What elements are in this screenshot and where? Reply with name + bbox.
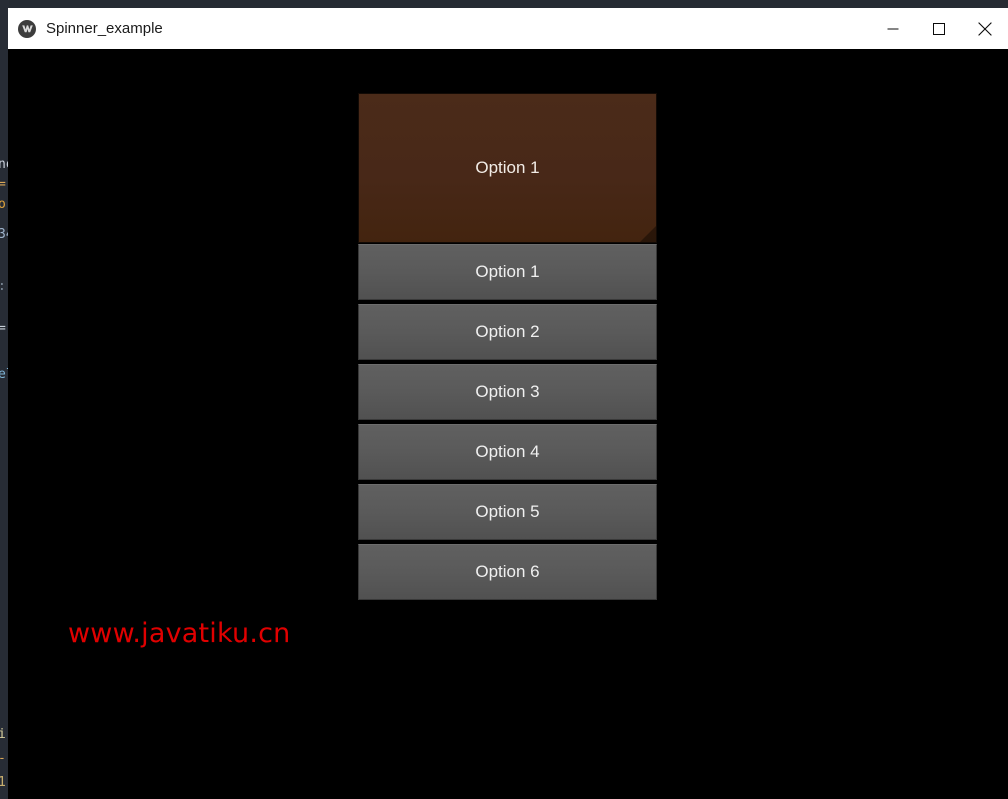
window-title-text: Spinner_example (46, 20, 163, 37)
dropdown-option-4[interactable]: Option 4 (358, 424, 657, 480)
dropdown-option-2[interactable]: Option 2 (358, 304, 657, 360)
editor-text-fragment: = (0, 177, 6, 192)
spinner-corner-indicator (640, 226, 656, 242)
dropdown-option-6[interactable]: Option 6 (358, 544, 657, 600)
dropdown-option-label: Option 5 (475, 502, 540, 521)
spinner-widget: Option 1 Option 1 Option 2 Option 3 Opti… (358, 93, 657, 600)
dropdown-option-1[interactable]: Option 1 (358, 244, 657, 300)
dropdown-option-label: Option 1 (475, 262, 540, 281)
dropdown-option-3[interactable]: Option 3 (358, 364, 657, 420)
application-window: Spinner_example Option 1 Option 1 Option… (8, 8, 1008, 799)
editor-text-fragment: o (0, 197, 6, 212)
kivy-logo-icon (18, 19, 36, 38)
dropdown-option-label: Option 2 (475, 322, 540, 341)
minimize-button[interactable] (870, 9, 916, 49)
editor-text-fragment: 1 (0, 775, 6, 790)
spinner-selected-button[interactable]: Option 1 (358, 93, 657, 243)
editor-text-fragment: i (0, 727, 6, 742)
close-button[interactable] (962, 9, 1008, 49)
spinner-dropdown-list: Option 1 Option 2 Option 3 Option 4 Opti… (358, 244, 657, 600)
editor-text-fragment: = (0, 321, 6, 336)
dropdown-option-label: Option 3 (475, 382, 540, 401)
dropdown-option-label: Option 4 (475, 442, 540, 461)
dropdown-option-label: Option 6 (475, 562, 540, 581)
editor-text-fragment: - (0, 752, 6, 765)
editor-text-fragment: : (0, 280, 6, 293)
watermark-text: www.javatiku.cn (68, 618, 291, 649)
maximize-button[interactable] (916, 9, 962, 49)
window-title-bar: Spinner_example (8, 8, 1008, 50)
kivy-app-canvas: Option 1 Option 1 Option 2 Option 3 Opti… (8, 49, 1008, 799)
spinner-selected-label: Option 1 (475, 158, 540, 177)
dropdown-option-5[interactable]: Option 5 (358, 484, 657, 540)
